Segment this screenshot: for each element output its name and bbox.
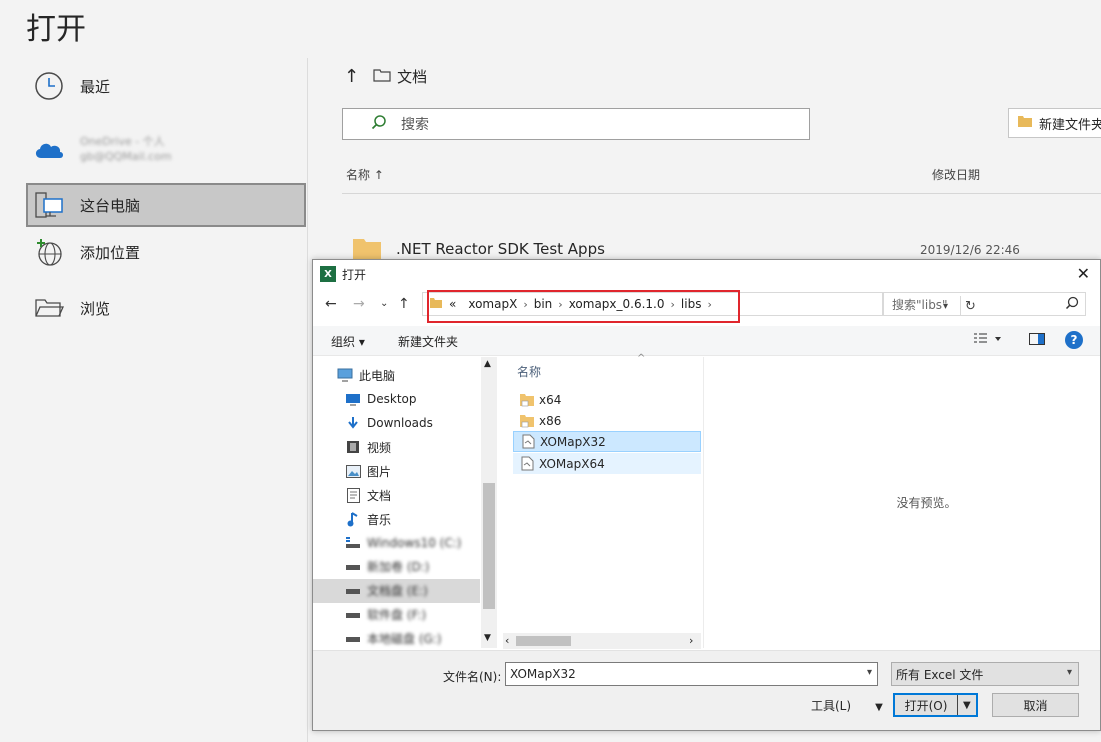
drive-icon xyxy=(345,583,361,599)
list-horizontal-scrollbar[interactable]: ‹ › xyxy=(503,633,701,649)
nav-this-pc[interactable]: 这台电脑 xyxy=(26,183,306,227)
navigation-pane: 此电脑 Desktop Downloads 视频 图片 文档 音乐 Window… xyxy=(313,357,480,648)
divider xyxy=(957,695,958,715)
desktop-icon xyxy=(345,391,361,407)
file-icon xyxy=(520,434,536,450)
nav-recent[interactable]: 最近 xyxy=(26,64,306,108)
tree-item-desktop[interactable]: Desktop xyxy=(313,387,480,411)
drive-icon xyxy=(345,607,361,623)
tree-item-videos[interactable]: 视频 xyxy=(313,435,480,459)
tree-item-drive-e[interactable]: 文档盘 (E:) xyxy=(313,579,480,603)
video-icon xyxy=(345,439,361,455)
dropdown-triangle-icon: ▼ xyxy=(875,702,883,713)
pc-icon xyxy=(337,367,353,383)
chevron-down-icon[interactable]: ▼ xyxy=(484,633,491,643)
column-name[interactable]: 名称 xyxy=(517,363,541,380)
drive-icon xyxy=(345,559,361,575)
command-bar: 组织 ▾ 新建文件夹 ? xyxy=(313,326,1100,356)
cancel-button[interactable]: 取消 xyxy=(992,693,1079,717)
list-item[interactable]: XOMapX64 xyxy=(513,453,701,474)
tree-item-drive-c[interactable]: Windows10 (C:) xyxy=(313,531,480,555)
excel-icon: X xyxy=(320,266,336,282)
tree-item-pictures[interactable]: 图片 xyxy=(313,459,480,483)
music-icon xyxy=(345,511,361,527)
open-button[interactable]: 打开(O) ▼ xyxy=(893,693,978,717)
column-date[interactable]: 修改日期 xyxy=(932,166,980,183)
folder-open-icon xyxy=(32,291,66,325)
list-item[interactable]: x64 xyxy=(513,389,701,410)
new-folder-button[interactable]: 新建文件夹 xyxy=(1008,108,1101,138)
search-icon xyxy=(371,114,387,134)
tree-item-drive-f[interactable]: 软件盘 (F:) xyxy=(313,603,480,627)
list-item-selected[interactable]: XOMapX32 xyxy=(513,431,701,452)
new-folder-button[interactable]: 新建文件夹 xyxy=(398,333,458,350)
scrollbar-thumb[interactable] xyxy=(483,483,495,609)
onedrive-cloud-icon xyxy=(32,132,66,166)
onedrive-account: OneDrive - 个人 gb@QQMail.com xyxy=(80,135,172,163)
sort-chevron-icon: ^ xyxy=(637,353,646,364)
nav-add-place[interactable]: 添加位置 xyxy=(26,230,306,274)
computer-icon xyxy=(32,188,66,222)
folder-icon xyxy=(519,413,535,429)
dialog-footer: 文件名(N): XOMapX32 ▾ 所有 Excel 文件 ▾ 工具(L) ▼ … xyxy=(313,650,1100,730)
filetype-select[interactable]: 所有 Excel 文件 ▾ xyxy=(891,662,1079,686)
page-title: 打开 xyxy=(26,12,86,47)
tools-menu[interactable]: 工具(L) ▼ xyxy=(811,697,883,714)
help-icon[interactable]: ? xyxy=(1065,331,1083,349)
drive-icon xyxy=(345,631,361,647)
location-path: ↑ 文档 xyxy=(344,66,428,87)
preview-pane-icon[interactable] xyxy=(1029,333,1045,348)
dropdown-triangle-icon[interactable]: ▼ xyxy=(963,700,971,711)
highlight-annotation xyxy=(427,290,740,323)
folder-outline-icon xyxy=(373,68,391,86)
dialog-search-input[interactable]: 搜索"libs" xyxy=(883,292,1086,316)
downloads-icon xyxy=(345,415,361,431)
documents-icon xyxy=(345,487,361,503)
tree-item-drive-d[interactable]: 新加卷 (D:) xyxy=(313,555,480,579)
chevron-down-icon[interactable]: ▾ xyxy=(867,667,872,678)
chevron-down-icon: ▾ xyxy=(1066,667,1072,678)
tree-item-music[interactable]: 音乐 xyxy=(313,507,480,531)
header-divider xyxy=(342,193,1101,194)
tree-item-downloads[interactable]: Downloads xyxy=(313,411,480,435)
chevron-up-icon[interactable]: ▲ xyxy=(484,359,491,369)
folder-icon xyxy=(519,392,535,408)
tree-item-drive-g[interactable]: 本地磁盘 (G:) xyxy=(313,627,480,648)
search-icon xyxy=(1065,296,1079,313)
up-arrow-icon[interactable]: ↑ xyxy=(344,66,359,87)
nav-browse[interactable]: 浏览 xyxy=(26,286,306,330)
preview-pane: 没有预览。 xyxy=(896,496,957,510)
file-icon xyxy=(519,456,535,472)
column-name[interactable]: 名称 ↑ xyxy=(346,166,384,183)
backstage-search-input[interactable]: 搜索 xyxy=(342,108,810,140)
chevron-left-icon[interactable]: ‹ xyxy=(505,634,509,647)
open-file-dialog: X 打开 ✕ ← → ⌄ ↑ « xomapX › bin › xomapx_0… xyxy=(312,259,1101,731)
scrollbar-thumb[interactable] xyxy=(516,636,571,646)
filename-input[interactable]: XOMapX32 ▾ xyxy=(505,662,878,686)
dialog-titlebar: X 打开 ✕ xyxy=(313,260,1100,288)
globe-add-icon xyxy=(32,235,66,269)
clock-icon xyxy=(32,69,66,103)
forward-arrow-icon[interactable]: → xyxy=(353,296,365,312)
organize-menu[interactable]: 组织 ▾ xyxy=(331,333,365,350)
view-options-icon[interactable] xyxy=(973,333,1003,348)
recent-locations-icon[interactable]: ⌄ xyxy=(380,298,388,309)
tree-scrollbar[interactable]: ▲ ▼ xyxy=(481,357,497,648)
file-list: ^ 名称 x64 x86 XOMapX32 XOMapX64 xyxy=(513,353,703,648)
backstage-nav: 最近 OneDrive - 个人 gb@QQMail.com 这台电脑 添加位置… xyxy=(0,58,307,742)
folder-icon xyxy=(1017,115,1033,132)
pictures-icon xyxy=(345,463,361,479)
tree-item-this-pc[interactable]: 此电脑 xyxy=(313,363,480,387)
drive-icon xyxy=(345,535,361,551)
close-icon[interactable]: ✕ xyxy=(1077,264,1090,283)
address-row: ← → ⌄ ↑ « xomapX › bin › xomapx_0.6.1.0 … xyxy=(313,290,1100,323)
back-arrow-icon[interactable]: ← xyxy=(325,296,337,312)
list-item[interactable]: x86 xyxy=(513,410,701,431)
chevron-right-icon[interactable]: › xyxy=(689,634,693,647)
nav-onedrive[interactable]: OneDrive - 个人 gb@QQMail.com xyxy=(26,122,306,176)
up-arrow-icon[interactable]: ↑ xyxy=(398,296,410,312)
tree-item-documents[interactable]: 文档 xyxy=(313,483,480,507)
filename-label: 文件名(N): xyxy=(443,670,502,684)
